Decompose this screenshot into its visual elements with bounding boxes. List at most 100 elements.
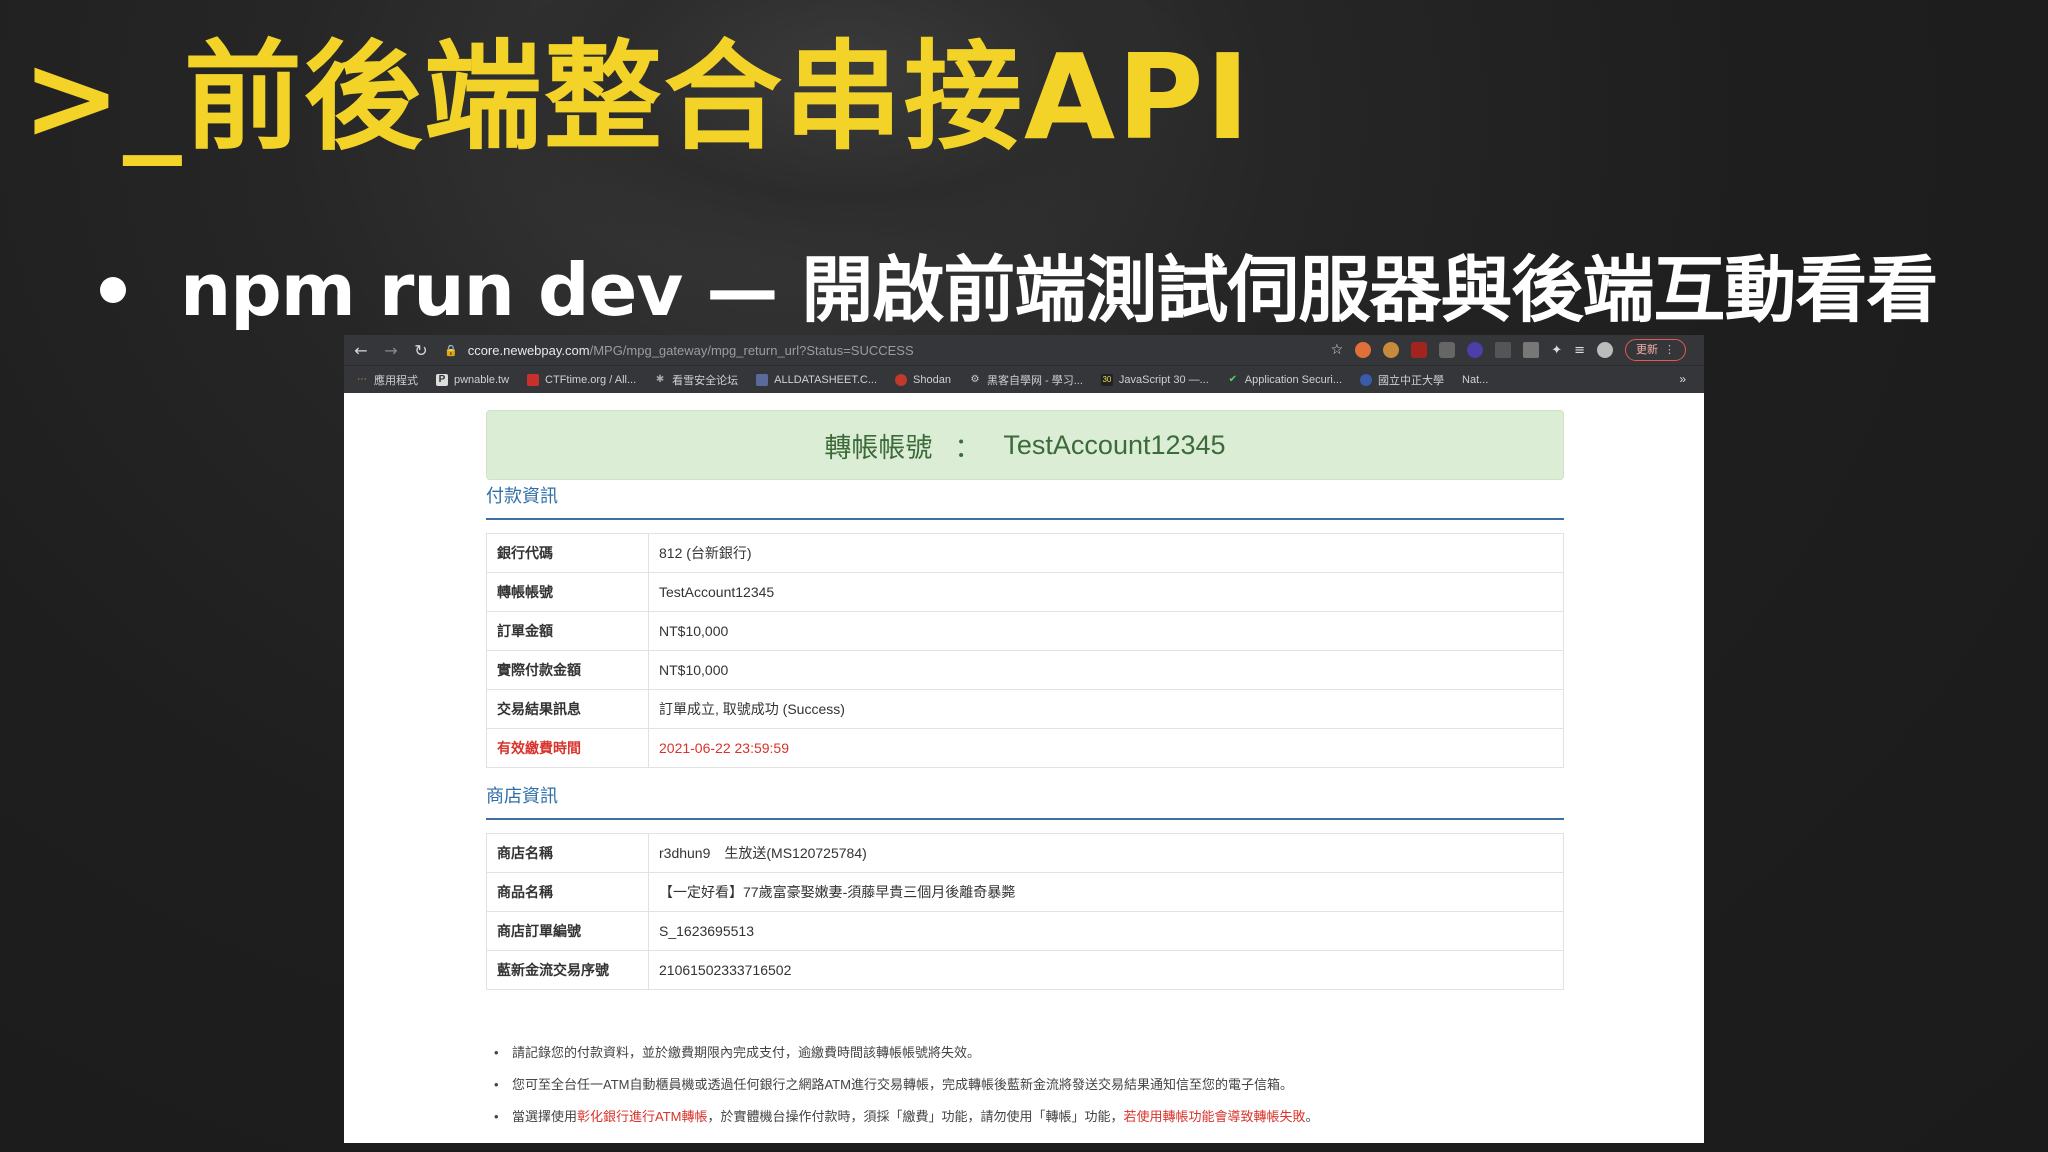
table-row: 藍新金流交易序號 21061502333716502 [486,950,1564,990]
note-text: ，於實體機台操作付款時，須採「繳費」功能，請勿使用「轉帳」功能， [707,1109,1124,1124]
note-item: 您可至全台任一ATM自動櫃員機或透過任何銀行之網路ATM進行交易轉帳，完成轉帳後… [494,1075,1562,1107]
bookmark-item[interactable]: ✱ 看雪安全论坛 [654,372,738,388]
bookmark-label: ALLDATASHEET.C... [774,373,878,386]
slide-title: >_前後端整合串接API [22,28,1252,166]
bookmark-item[interactable]: CTFtime.org / All... [527,373,637,386]
store-section-title: 商店資訊 [486,786,1564,820]
puzzle-icon[interactable]: ✦ [1551,343,1562,358]
row-value: NT$10,000 [648,611,1564,651]
alldatasheet-icon [756,373,769,386]
bookmark-label: 國立中正大學 [1378,374,1445,387]
shodan-icon [895,373,908,386]
back-arrow-icon[interactable]: ← [346,341,376,360]
account-value: TestAccount12345 [1003,429,1226,460]
bookmark-label: Application Securi... [1244,373,1343,386]
extension-icon-1[interactable] [1355,342,1372,358]
extension-icon-4[interactable] [1439,342,1456,358]
extension-area: ☆ ✦ ≡ 更新 ⋮ [1331,339,1686,361]
browser-toolbar: ← → ↻ 🔒 ccore.newebpay.com/MPG/mpg_gatew… [344,335,1704,365]
note-text: 當選擇使用 [512,1109,578,1124]
note-item: 當選擇使用彰化銀行進行ATM轉帳，於實體機台操作付款時，須採「繳費」功能，請勿使… [494,1107,1562,1139]
bookmark-label: Nat... [1462,373,1489,386]
binary-icon[interactable] [1495,342,1512,358]
table-row: 交易結果訊息 訂單成立, 取號成功 (Success) [486,689,1564,729]
ctftime-flag-icon [527,373,540,386]
bookmark-item[interactable]: ✔ Application Securi... [1227,374,1342,386]
bookmark-item[interactable]: 國立中正大學 [1360,372,1444,388]
payment-section-title: 付款資訊 [486,486,1564,520]
account-label: 轉帳帳號 [824,432,933,463]
cookie-icon[interactable] [1383,342,1400,358]
bookmark-label: 黑客自學网 - 學习... [986,374,1083,387]
bookmarks-bar: ⋯ 應用程式 Ppwnable.tw CTFtime.org / All... ✱… [344,365,1704,393]
row-key: 訂單金額 [486,611,649,651]
bookmark-item[interactable]: Shodan [895,373,951,386]
check-icon: ✔ [1228,373,1237,385]
star-bookmark-icon[interactable]: ☆ [1331,342,1344,358]
extension-icon-5[interactable] [1467,342,1484,358]
bookmark-item[interactable]: ⋯ 應用程式 [356,372,418,388]
ublock-icon[interactable] [1411,342,1428,358]
note-highlight: 若使用轉帳功能會導致轉帳失敗 [1123,1109,1306,1124]
row-value: 訂單成立, 取號成功 (Success) [648,689,1564,729]
bookmark-item[interactable]: ⚙ 黑客自學网 - 學习... [969,372,1083,388]
row-value: r3dhun9 生放送(MS120725784) [648,833,1564,873]
bookmarks-overflow-button[interactable]: » [1679,372,1686,386]
row-value: S_1623695513 [648,911,1564,951]
row-key: 有效繳費時間 [486,728,649,768]
bullet-dot-icon [100,277,126,303]
menu-dots-icon: ⋮ [1664,343,1675,356]
lock-icon: 🔒 [444,344,458,357]
table-row: 訂單金額 NT$10,000 [486,611,1564,651]
bookmark-label: 看雪安全论坛 [672,374,739,387]
avatar[interactable] [1597,342,1613,358]
note-highlight: 彰化銀行進行ATM轉帳 [577,1109,708,1124]
account-separator: ： [954,432,982,463]
row-key: 商店名稱 [486,833,649,873]
reading-list-icon[interactable]: ≡ [1574,343,1585,358]
slide-bullet: npm run dev — 開啟前端測試伺服器與後端互動看看 [100,240,1938,340]
js30-icon: 30 [1100,373,1113,386]
bookmark-label: pwnable.tw [454,373,510,386]
update-label: 更新 [1636,343,1658,356]
bookmark-label: 應用程式 [374,374,418,387]
row-key: 商店訂單編號 [486,911,649,951]
row-value: 812 (台新銀行) [648,533,1564,573]
browser-window: ← → ↻ 🔒 ccore.newebpay.com/MPG/mpg_gatew… [344,335,1704,1143]
row-key: 轉帳帳號 [486,572,649,612]
row-key: 實際付款金額 [486,650,649,690]
bookmark-item[interactable]: 30 JavaScript 30 —... [1100,373,1209,386]
url-path: /MPG/mpg_gateway/mpg_return_url?Status=S… [589,342,914,358]
reload-icon[interactable]: ↻ [406,341,436,360]
bookmark-item[interactable]: Nat... [1462,374,1488,386]
table-row: 商店訂單編號 S_1623695513 [486,911,1564,951]
url-host: ccore.newebpay.com [467,342,590,358]
bookmark-label: JavaScript 30 —... [1118,373,1209,386]
university-icon [1360,373,1373,386]
payment-section-label: 付款資訊 [486,486,558,506]
update-button[interactable]: 更新 ⋮ [1625,339,1686,361]
table-row: 商品名稱 【一定好看】77歲富豪娶嫩妻-須藤早貴三個月後離奇暴斃 [486,872,1564,912]
note-text: 。 [1305,1109,1319,1124]
bookmark-item[interactable]: ALLDATASHEET.C... [756,373,878,386]
table-row: 轉帳帳號 TestAccount12345 [486,572,1564,612]
p-icon: P [436,373,448,386]
row-key: 藍新金流交易序號 [486,950,649,990]
bookmark-label: CTFtime.org / All... [545,373,637,386]
payment-table: 銀行代碼 812 (台新銀行) 轉帳帳號 TestAccount12345 訂單金額… [486,533,1564,768]
payment-notes: 請記錄您的付款資料，並於繳費期限內完成支付，逾繳費時間該轉帳帳號將失效。 您可至… [494,1043,1562,1139]
row-value: NT$10,000 [648,650,1564,690]
row-value: 21061502333716502 [648,950,1564,990]
row-key: 商品名稱 [486,872,649,912]
row-value: 2021-06-22 23:59:59 [648,728,1564,768]
bookmark-item[interactable]: Ppwnable.tw [436,373,510,386]
forward-arrow-icon[interactable]: → [376,341,406,360]
row-value: 【一定好看】77歲富豪娶嫩妻-須藤早貴三個月後離奇暴斃 [648,872,1564,912]
row-key: 銀行代碼 [486,533,649,573]
bullet-text: npm run dev — 開啟前端測試伺服器與後端互動看看 [180,248,1938,332]
extension-icon-7[interactable] [1523,342,1540,358]
note-item: 請記錄您的付款資料，並於繳費期限內完成支付，逾繳費時間該轉帳帳號將失效。 [494,1043,1562,1075]
table-row: 實際付款金額 NT$10,000 [486,650,1564,690]
row-key: 交易結果訊息 [486,689,649,729]
hacker-icon: ⚙ [970,373,980,385]
